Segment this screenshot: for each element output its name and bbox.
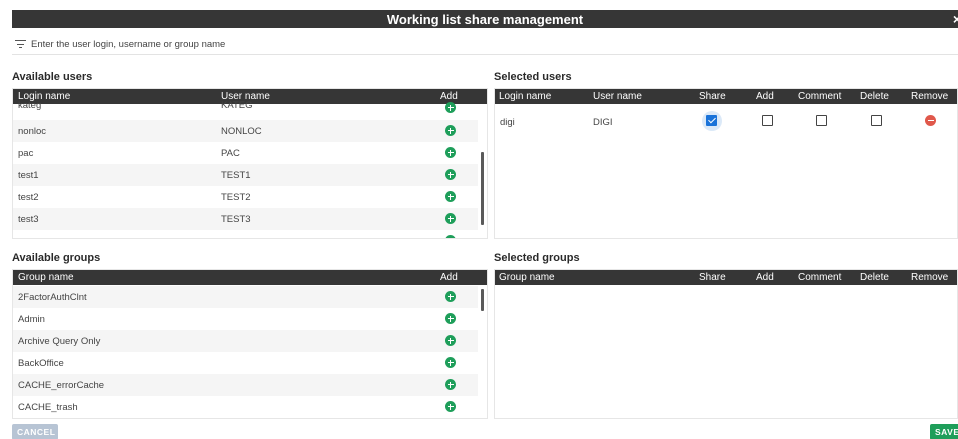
table-row: CACHE_trash: [13, 396, 478, 418]
comment-checkbox[interactable]: [816, 115, 827, 126]
user-name: TEST3: [221, 214, 251, 225]
group-name: Archive Query Only: [18, 336, 101, 347]
close-icon[interactable]: ×: [953, 11, 958, 27]
login-name: test2: [18, 192, 39, 203]
add-icon[interactable]: [445, 102, 456, 113]
selected-groups-title: Selected groups: [494, 252, 580, 264]
selected-users-title: Selected users: [494, 71, 572, 83]
user-name: PAC: [221, 148, 240, 159]
add-icon[interactable]: [445, 191, 456, 202]
user-name: DIGI: [593, 117, 613, 128]
login-name: digi: [500, 117, 515, 128]
column-comment: Comment: [798, 91, 842, 102]
login-name: test3: [18, 214, 39, 225]
column-add: Add: [440, 272, 458, 283]
add-icon[interactable]: [445, 401, 456, 412]
column-login-name[interactable]: Login name: [499, 91, 551, 102]
available-groups-table: Group name Add 2FactorAuthClnt Admin Arc…: [12, 269, 488, 419]
column-remove: Remove: [911, 91, 949, 102]
search-input[interactable]: [31, 39, 958, 50]
add-icon[interactable]: [445, 291, 456, 302]
add-icon[interactable]: [445, 379, 456, 390]
save-button[interactable]: SAVE: [930, 424, 958, 439]
selected-users-header: Login name User name Share Add Comment D…: [495, 89, 957, 104]
group-name: CACHE_trash: [18, 402, 78, 413]
available-users-title: Available users: [12, 71, 93, 83]
add-icon[interactable]: [445, 357, 456, 368]
group-name: BackOffice: [18, 358, 64, 369]
column-share: Share: [699, 91, 726, 102]
table-row: test1 TEST1: [13, 164, 478, 186]
table-row: Archive Query Only: [13, 330, 478, 352]
table-row: test2 TEST2: [13, 186, 478, 208]
table-row: kateg KATEG: [13, 100, 478, 115]
add-icon[interactable]: [445, 147, 456, 158]
column-delete: Delete: [860, 91, 889, 102]
add-checkbox[interactable]: [762, 115, 773, 126]
user-name: TEST2: [221, 192, 251, 203]
add-icon[interactable]: [445, 169, 456, 180]
table-row: 2FactorAuthClnt: [13, 286, 478, 308]
filter-icon: [15, 40, 26, 49]
group-name: CACHE_errorCache: [18, 380, 105, 391]
column-group-name[interactable]: Group name: [18, 272, 74, 283]
add-icon[interactable]: [445, 213, 456, 224]
scrollbar[interactable]: [481, 289, 484, 311]
remove-icon[interactable]: [925, 115, 936, 126]
column-delete: Delete: [860, 272, 889, 283]
column-comment: Comment: [798, 272, 842, 283]
group-name: Admin: [18, 314, 45, 325]
group-name: 2FactorAuthClnt: [18, 292, 87, 303]
dialog-title: Working list share management: [386, 11, 584, 27]
user-name: KATEG: [221, 100, 253, 111]
column-add: Add: [440, 91, 458, 102]
scrollbar[interactable]: [481, 152, 484, 225]
add-icon[interactable]: [445, 235, 456, 238]
user-name: TEST1: [221, 170, 251, 181]
dialog-title-bar: Working list share management ×: [12, 10, 958, 28]
table-row: pac PAC: [13, 142, 478, 164]
table-row: test3 TEST3: [13, 208, 478, 230]
add-icon[interactable]: [445, 335, 456, 346]
column-share: Share: [699, 272, 726, 283]
table-row: nonloc NONLOC: [13, 120, 478, 142]
cancel-button[interactable]: CANCEL: [12, 424, 58, 439]
table-row: BackOffice: [13, 352, 478, 374]
column-add: Add: [756, 91, 774, 102]
column-user-name[interactable]: User name: [593, 91, 642, 102]
available-groups-title: Available groups: [12, 252, 101, 264]
filter-bar: [12, 35, 958, 55]
login-name: kateg: [18, 100, 42, 111]
login-name: pac: [18, 148, 34, 159]
selected-groups-header: Group name Share Add Comment Delete Remo…: [495, 270, 957, 285]
table-row: CACHE_errorCache: [13, 374, 478, 396]
column-add: Add: [756, 272, 774, 283]
selected-groups-table: Group name Share Add Comment Delete Remo…: [494, 269, 958, 419]
available-users-table: Login name User name Add kateg KATEG non…: [12, 88, 488, 239]
column-remove: Remove: [911, 272, 949, 283]
share-checkbox[interactable]: [706, 115, 717, 126]
add-icon[interactable]: [445, 125, 456, 136]
available-groups-header: Group name Add: [13, 270, 487, 285]
table-row: digi DIGI: [495, 111, 957, 133]
login-name: test1: [18, 170, 39, 181]
login-name: nonloc: [18, 126, 46, 137]
selected-users-table: Login name User name Share Add Comment D…: [494, 88, 958, 239]
user-name: NONLOC: [221, 126, 262, 137]
table-row: Admin: [13, 308, 478, 330]
add-icon[interactable]: [445, 313, 456, 324]
delete-checkbox[interactable]: [871, 115, 882, 126]
column-group-name[interactable]: Group name: [499, 272, 555, 283]
